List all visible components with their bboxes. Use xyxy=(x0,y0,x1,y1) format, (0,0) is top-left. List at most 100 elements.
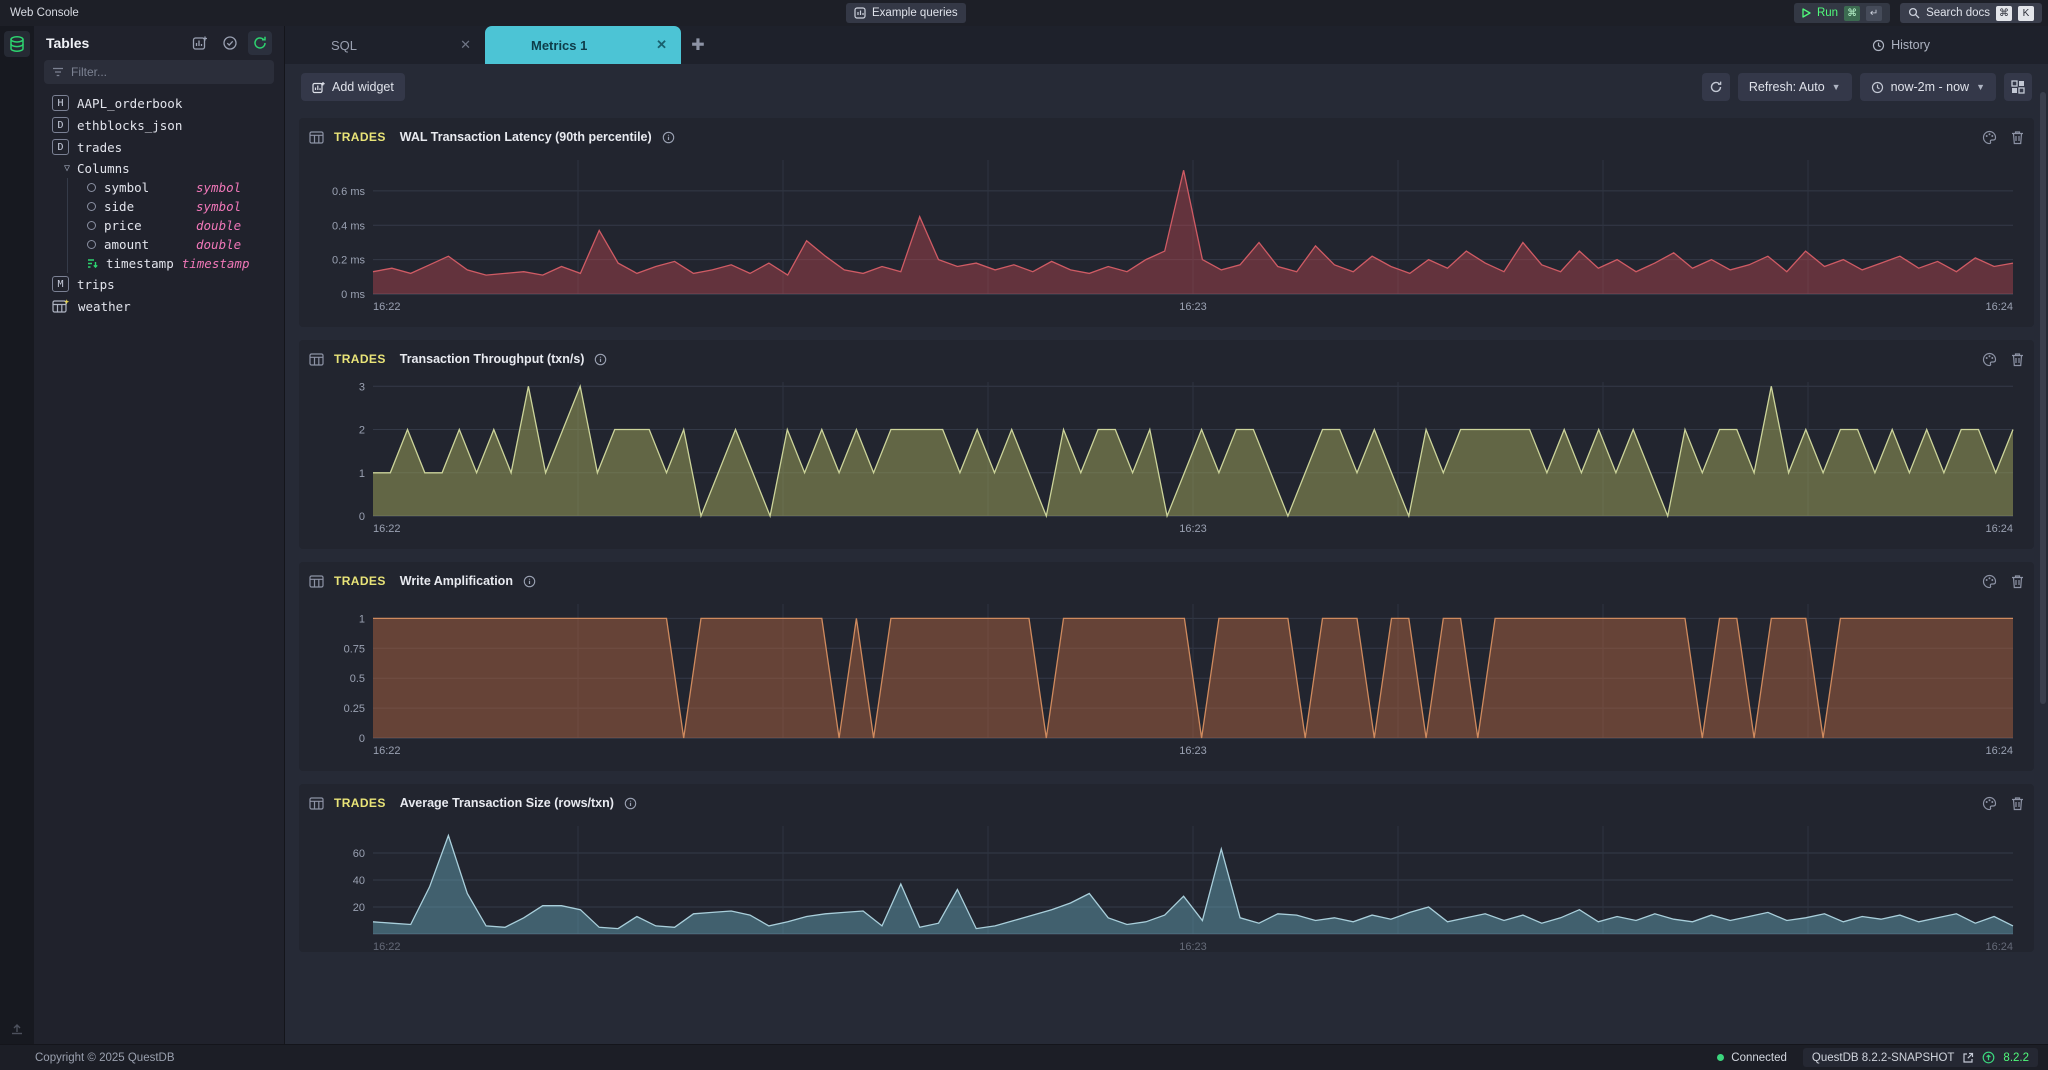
column-type-icon xyxy=(87,221,96,230)
upload-icon xyxy=(10,1022,24,1036)
widget-table-label: TRADES xyxy=(334,352,386,366)
table-grid-icon[interactable] xyxy=(309,797,324,810)
close-tab-icon[interactable]: ✕ xyxy=(460,37,471,53)
widget-throughput: TRADES Transaction Throughput (txn/s) xyxy=(299,340,2034,549)
refresh-dashboard-button[interactable] xyxy=(1702,73,1730,101)
svg-text:20: 20 xyxy=(353,902,365,914)
column-row[interactable]: price double xyxy=(68,216,284,235)
update-available-icon[interactable] xyxy=(1982,1051,1995,1064)
info-icon[interactable] xyxy=(662,131,675,144)
delete-widget-icon[interactable] xyxy=(2011,130,2024,145)
tab-metrics-1[interactable]: Metrics 1 ✕ xyxy=(485,26,681,64)
svg-text:16:22: 16:22 xyxy=(373,745,401,757)
refresh-tables-button[interactable] xyxy=(248,31,272,55)
delete-widget-icon[interactable] xyxy=(2011,574,2024,589)
table-row[interactable]: H AAPL_orderbook xyxy=(34,92,284,114)
svg-text:0.2 ms: 0.2 ms xyxy=(332,255,366,267)
status-bar: Copyright © 2025 QuestDB Connected Quest… xyxy=(0,1044,2048,1070)
svg-text:0.5: 0.5 xyxy=(350,673,365,685)
svg-text:60: 60 xyxy=(353,848,365,860)
chart-wal-latency[interactable]: 0 ms0.2 ms0.4 ms0.6 ms16:2216:2316:24 xyxy=(309,150,2024,320)
table-row[interactable]: weather xyxy=(34,295,284,317)
svg-text:16:22: 16:22 xyxy=(373,523,401,535)
svg-text:16:22: 16:22 xyxy=(373,301,401,313)
table-row-trades[interactable]: D trades xyxy=(34,136,284,158)
color-palette-icon[interactable] xyxy=(1982,130,1997,145)
connection-status: Connected xyxy=(1717,1052,1787,1064)
external-link-icon[interactable] xyxy=(1962,1052,1974,1064)
partition-badge: H xyxy=(52,95,69,111)
table-row[interactable]: M trips xyxy=(34,273,284,295)
delete-widget-icon[interactable] xyxy=(2011,796,2024,811)
widget-table-label: TRADES xyxy=(334,130,386,144)
info-icon[interactable] xyxy=(624,797,637,810)
table-grid-icon[interactable] xyxy=(309,575,324,588)
table-grid-icon[interactable] xyxy=(309,353,324,366)
clock-icon xyxy=(1871,81,1884,94)
refresh-rate-dropdown[interactable]: Refresh: Auto ▼ xyxy=(1738,73,1852,101)
chart-write-amplification[interactable]: 00.250.50.75116:2216:2316:24 xyxy=(309,594,2024,764)
add-widget-button[interactable]: Add widget xyxy=(301,73,405,101)
chart-avg-txn-size[interactable]: 20406016:2216:2316:24 xyxy=(309,816,2024,952)
create-metrics-button[interactable] xyxy=(188,31,212,55)
table-name: weather xyxy=(78,299,131,314)
svg-text:16:24: 16:24 xyxy=(1985,523,2013,535)
table-row[interactable]: D ethblocks_json xyxy=(34,114,284,136)
svg-text:0.6 ms: 0.6 ms xyxy=(332,186,366,198)
vertical-scrollbar[interactable] xyxy=(2040,92,2046,704)
svg-text:0 ms: 0 ms xyxy=(341,289,365,301)
time-range-dropdown[interactable]: now-2m - now ▼ xyxy=(1860,73,1996,101)
svg-text:3: 3 xyxy=(359,381,365,393)
close-tab-icon[interactable]: ✕ xyxy=(656,37,667,53)
svg-text:40: 40 xyxy=(353,875,365,887)
svg-text:16:24: 16:24 xyxy=(1985,941,2013,952)
database-nav-button[interactable] xyxy=(4,31,30,57)
table-name: AAPL_orderbook xyxy=(77,96,182,111)
info-icon[interactable] xyxy=(523,575,536,588)
partition-badge: D xyxy=(52,117,69,133)
search-icon xyxy=(1908,7,1920,19)
column-row-designated-timestamp[interactable]: timestamp timestamp xyxy=(68,254,284,273)
filter-input[interactable] xyxy=(71,65,266,79)
column-type-icon xyxy=(87,183,96,192)
column-row[interactable]: symbol symbol xyxy=(68,178,284,197)
column-row[interactable]: side symbol xyxy=(68,197,284,216)
widget-table-label: TRADES xyxy=(334,796,386,810)
delete-widget-icon[interactable] xyxy=(2011,352,2024,367)
layout-grid-button[interactable] xyxy=(2004,73,2032,101)
enter-key-badge: ↵ xyxy=(1866,6,1882,21)
svg-text:1: 1 xyxy=(359,613,365,625)
svg-text:16:22: 16:22 xyxy=(373,941,401,952)
chevron-down-icon: ▼ xyxy=(1976,82,1985,92)
metrics-toolbar: Add widget Refresh: Auto ▼ now-2m - now … xyxy=(285,64,2048,110)
add-widget-icon xyxy=(312,81,325,94)
color-palette-icon[interactable] xyxy=(1982,352,1997,367)
import-csv-button[interactable] xyxy=(10,1022,24,1036)
table-grid-icon[interactable] xyxy=(309,131,324,144)
example-queries-button[interactable]: Example queries xyxy=(846,3,966,23)
metrics-dashboard: TRADES WAL Transaction Latency (90th per… xyxy=(285,110,2048,1044)
version-chip[interactable]: QuestDB 8.2.2-SNAPSHOT 8.2.2 xyxy=(1803,1048,2038,1067)
chart-throughput[interactable]: 012316:2216:2316:24 xyxy=(309,372,2024,542)
svg-text:0.75: 0.75 xyxy=(344,643,365,655)
tab-sql[interactable]: SQL ✕ xyxy=(285,26,485,64)
color-palette-icon[interactable] xyxy=(1982,796,1997,811)
history-button[interactable]: History xyxy=(1872,26,2048,64)
tables-sidebar: Tables H AAPL_orderbook xyxy=(34,26,285,1044)
main-area: SQL ✕ Metrics 1 ✕ ✚ History Add widget xyxy=(285,26,2048,1044)
search-docs-button[interactable]: Search docs ⌘ K xyxy=(1900,3,2042,23)
columns-toggle[interactable]: ▽ Columns xyxy=(34,158,284,178)
color-palette-icon[interactable] xyxy=(1982,574,1997,589)
info-icon[interactable] xyxy=(594,353,607,366)
chevron-open-icon: ▽ xyxy=(64,163,70,174)
new-tab-button[interactable]: ✚ xyxy=(681,26,715,64)
topbar: Web Console Example queries Run ⌘ ↵ Sear… xyxy=(0,0,2048,26)
latest-version-tag: 8.2.2 xyxy=(2003,1052,2029,1064)
column-row[interactable]: amount double xyxy=(68,235,284,254)
run-button[interactable]: Run ⌘ ↵ xyxy=(1794,3,1890,23)
trades-columns: symbol symbol side symbol price double a… xyxy=(67,178,284,273)
suspended-filter-button[interactable] xyxy=(218,31,242,55)
widget-title: WAL Transaction Latency (90th percentile… xyxy=(400,130,652,144)
app-title: Web Console xyxy=(10,7,79,19)
filter-icon xyxy=(52,67,64,77)
